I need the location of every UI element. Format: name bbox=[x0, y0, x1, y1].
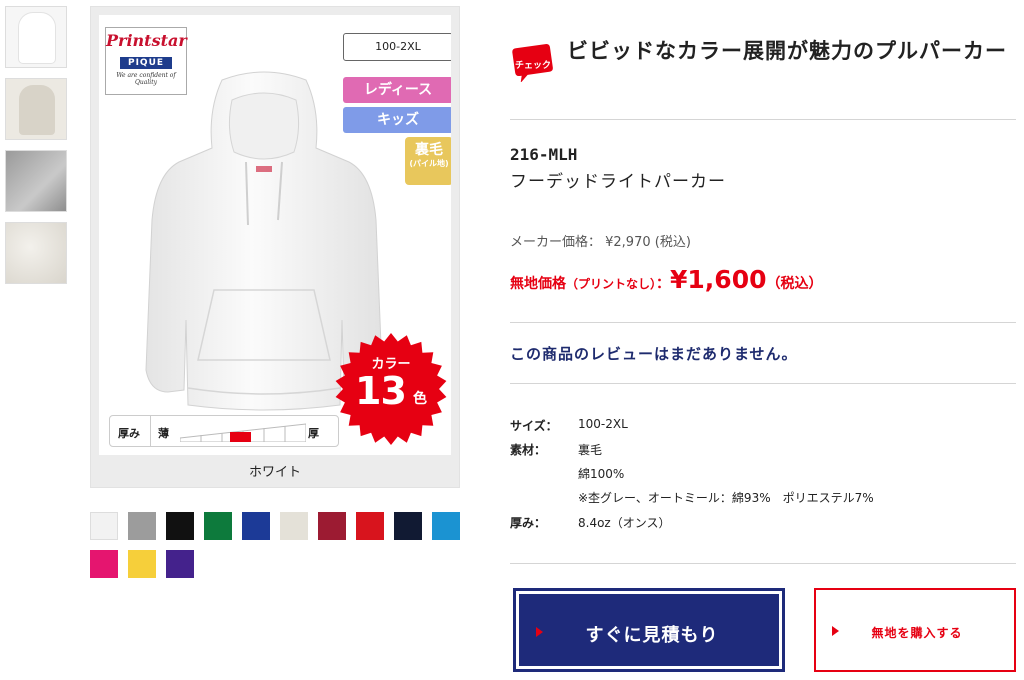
swatch-gray[interactable] bbox=[128, 512, 156, 540]
swatch-black[interactable] bbox=[166, 512, 194, 540]
spec-material-value-3: ※杢グレー、オートミール：綿93% ポリエステル7% bbox=[578, 491, 874, 505]
divider bbox=[510, 322, 1016, 323]
thickness-thin-label: 薄 bbox=[158, 427, 169, 440]
spec-material-value-2: 綿100% bbox=[578, 467, 625, 481]
price-value: ¥1,600 bbox=[670, 265, 767, 294]
review-message: この商品のレビューはまだありません。 bbox=[510, 345, 798, 363]
fabric-tag-main: 裏毛 bbox=[415, 142, 443, 158]
spec-size-key: サイズ： bbox=[510, 419, 558, 433]
thickness-meter: 厚み 薄 厚 bbox=[109, 415, 339, 447]
spec-material-key: 素材： bbox=[510, 443, 547, 457]
thickness-level-marker bbox=[230, 432, 251, 442]
selected-color-name: ホワイト bbox=[248, 465, 301, 480]
fabric-tag: 裏毛 (パイル地) bbox=[405, 137, 451, 185]
swatch-green[interactable] bbox=[204, 512, 232, 540]
thickness-scale bbox=[180, 423, 306, 442]
hoodie-thumb-image bbox=[19, 85, 55, 135]
check-badge bbox=[512, 44, 553, 82]
swatch-oatmeal[interactable] bbox=[280, 512, 308, 540]
swatch-yellow[interactable] bbox=[128, 550, 156, 578]
main-image-panel: Printstar PIQUE We are confident of Qual… bbox=[90, 6, 460, 488]
spec-size-value: 100-2XL bbox=[578, 417, 628, 431]
spec-material-value-1: 裏毛 bbox=[578, 443, 603, 457]
logo-line: PIQUE bbox=[119, 57, 173, 69]
spec-thickness-key: 厚み： bbox=[510, 516, 547, 530]
product-image[interactable]: Printstar PIQUE We are confident of Qual… bbox=[99, 15, 451, 455]
buy-plain-button-label: 無地を購入する bbox=[871, 626, 963, 640]
thickness-thick-label: 厚 bbox=[308, 427, 319, 440]
thumbnail-white-hoodie[interactable] bbox=[5, 6, 67, 68]
divider bbox=[510, 119, 1016, 120]
fabric-tag-sub: (パイル地) bbox=[409, 159, 449, 168]
price-note: （プリントなし） bbox=[566, 277, 657, 291]
swatch-royal-blue[interactable] bbox=[242, 512, 270, 540]
estimate-button-label: すぐに見積もり bbox=[585, 625, 719, 646]
product-headline: ビビッドなカラー展開が魅力のプルパーカー bbox=[567, 39, 1007, 63]
price-label: 無地価格 bbox=[510, 276, 566, 292]
swatch-purple[interactable] bbox=[166, 550, 194, 578]
price-tax: （税込） bbox=[766, 276, 823, 292]
product-name: フーデッドライトパーカー bbox=[510, 172, 726, 192]
divider bbox=[510, 383, 1016, 384]
swatch-turquoise[interactable] bbox=[432, 512, 460, 540]
thumbnail-oatmeal-hoodie-back[interactable] bbox=[5, 78, 67, 140]
thickness-divider bbox=[150, 416, 151, 446]
hoodie-thumb-image bbox=[19, 13, 55, 63]
swatch-navy[interactable] bbox=[394, 512, 422, 540]
swatch-pink[interactable] bbox=[90, 550, 118, 578]
color-count-burst bbox=[335, 333, 447, 445]
thumbnail-fabric-detail[interactable] bbox=[5, 222, 67, 284]
maker-price: メーカー価格： ¥2,970 (税込) bbox=[510, 235, 691, 250]
estimate-button[interactable]: すぐに見積もり bbox=[513, 588, 785, 672]
swatch-red[interactable] bbox=[356, 512, 384, 540]
product-code: 216-MLH bbox=[510, 145, 578, 164]
size-range-badge: 100-2XL bbox=[343, 33, 451, 61]
logo-brand: Printstar bbox=[106, 31, 187, 50]
swatch-burgundy[interactable] bbox=[318, 512, 346, 540]
thumbnail-list bbox=[5, 6, 67, 294]
thumbnail-sleeve-detail[interactable] bbox=[5, 150, 67, 212]
price-colon: ： bbox=[656, 276, 671, 292]
swatch-white[interactable] bbox=[90, 512, 118, 540]
divider bbox=[510, 563, 1016, 564]
buy-plain-button[interactable]: 無地を購入する bbox=[814, 588, 1016, 672]
thickness-label: 厚み bbox=[118, 427, 140, 440]
spec-thickness-value: 8.4oz（オンス） bbox=[578, 516, 671, 530]
plain-price: 無地価格（プリントなし）：¥1,600（税込） bbox=[510, 265, 823, 294]
